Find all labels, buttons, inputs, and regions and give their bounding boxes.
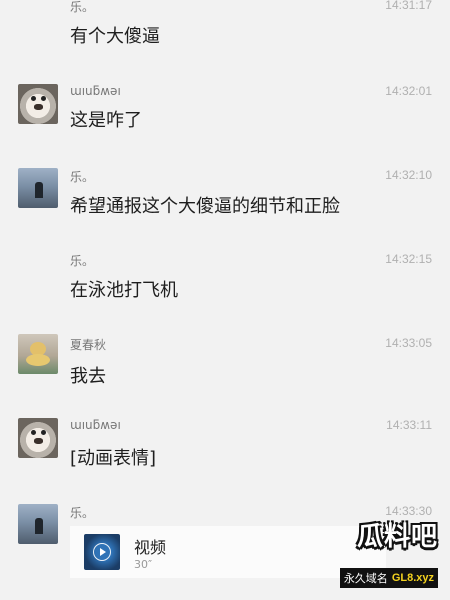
video-thumbnail[interactable] [84, 534, 120, 570]
night-figure-avatar[interactable] [18, 168, 58, 208]
watermark-title: 瓜料吧 [356, 522, 438, 552]
watermark-domain: GL8.xyz [391, 572, 434, 584]
sender-name: 乐。 [70, 506, 95, 520]
video-label: 视频 [134, 538, 167, 557]
message-text: [动画表情] [70, 448, 157, 469]
watermark-logo: 瓜料吧 永久域名 GL8.xyz [312, 510, 444, 596]
sender-name: ɯıuƃʍəı [70, 418, 121, 432]
sender-name: ɯıuƃʍəı [70, 84, 121, 98]
message-text: 希望通报这个大傻逼的细节和正脸 [70, 196, 340, 217]
dog-avatar[interactable] [18, 84, 58, 124]
message-time: 14:32:01 [385, 84, 432, 98]
sender-name: 乐。 [70, 170, 95, 184]
video-duration: 30″ [134, 558, 153, 571]
message-time: 14:32:15 [385, 252, 432, 266]
play-icon [93, 543, 111, 561]
dog-avatar[interactable] [18, 418, 58, 458]
sender-name: 乐。 [70, 254, 95, 268]
sender-name: 夏春秋 [70, 338, 107, 352]
duck-avatar[interactable] [18, 334, 58, 374]
message-text: 有个大傻逼 [70, 26, 160, 47]
message-time: 14:33:05 [385, 336, 432, 350]
message-time: 14:33:11 [386, 418, 432, 432]
message-time: 14:31:17 [385, 0, 432, 12]
watermark-domain-bar: 永久域名 GL8.xyz [339, 568, 438, 588]
message-text: 我去 [70, 366, 106, 387]
watermark-sub-cn: 永久域名 [343, 572, 388, 585]
message-text: 这是咋了 [70, 110, 142, 131]
message-time: 14:32:10 [385, 168, 432, 182]
night-figure-avatar[interactable] [18, 504, 58, 544]
message-text: 在泳池打飞机 [70, 280, 178, 301]
sender-name: 乐。 [70, 0, 95, 14]
